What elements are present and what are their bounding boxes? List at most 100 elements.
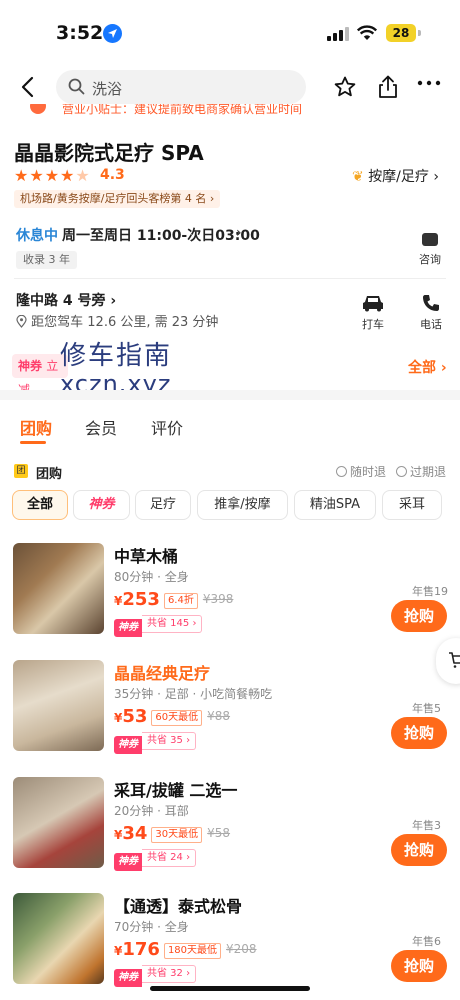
filter-chip-all[interactable]: 全部 — [12, 490, 68, 520]
favorite-star-icon[interactable] — [333, 75, 357, 99]
rank-tag[interactable]: 机场路/黄务按摩/足疗回头客榜第 4 名 › — [14, 190, 221, 208]
save-amount: 共省 24 — [147, 852, 183, 863]
deal-thumbnail — [13, 777, 104, 868]
original-price: ¥208 — [226, 942, 257, 956]
discount-tag: 30天最低 — [151, 827, 203, 843]
shenquan-badge: 神券 — [114, 736, 142, 754]
consult-button[interactable]: 咨询 — [414, 233, 446, 267]
address-label: 隆中路 4 号旁 — [16, 293, 106, 309]
buy-button[interactable]: 抢购 — [391, 950, 447, 982]
phone-icon — [423, 295, 439, 311]
deal-name-text: 采耳/拔罐 二选一 — [114, 781, 238, 800]
phone-label: 电话 — [420, 318, 442, 331]
battery-level: 28 — [386, 24, 416, 42]
divider — [14, 278, 446, 279]
cart-icon — [449, 652, 460, 668]
distance-info: 距您驾车 12.6 公里, 需 23 分钟 — [16, 311, 218, 330]
search-icon — [68, 78, 85, 95]
category-label: 按摩/足疗 — [368, 169, 429, 185]
section-gap — [0, 390, 460, 400]
group-title: 团购 — [36, 467, 63, 482]
deal-name: 中草木桶 — [114, 543, 178, 567]
deal-name-text: 【通透】泰式松骨 — [114, 897, 243, 916]
deal-price: ¥34 30天最低 ¥58 — [114, 823, 231, 844]
chevron-right-icon: › — [105, 293, 117, 309]
deal-item[interactable]: 中草木桶 80分钟 · 全身 ¥253 6.4折 ¥398 神券 共省 145 › 年… — [0, 543, 460, 647]
signal-icon — [327, 27, 349, 41]
original-price: ¥398 — [202, 592, 234, 606]
deal-thumbnail — [13, 893, 104, 984]
taxi-label: 打车 — [362, 318, 384, 331]
phone-button[interactable]: 电话 — [416, 292, 446, 332]
price-value: 34 — [122, 823, 148, 844]
shop-category[interactable]: ❦ 按摩/足疗 › — [352, 166, 439, 186]
deal-name-highlight: 足疗 — [178, 664, 211, 683]
save-tag: 神券 共省 35 › — [114, 732, 197, 754]
more-icon[interactable] — [417, 80, 441, 86]
save-tag: 神券 共省 145 › — [114, 615, 203, 637]
filter-chip-spa[interactable]: 精油SPA — [294, 490, 376, 520]
deal-price: ¥53 60天最低 ¥88 — [114, 706, 231, 727]
deal-item[interactable]: 【通透】泰式松骨 70分钟 · 全身 ¥176 180天最低 ¥208 神券 共省 3… — [0, 893, 460, 997]
deal-item[interactable]: 采耳/拔罐 二选一 20分钟 · 耳部 ¥34 30天最低 ¥58 神券 共省 24 … — [0, 777, 460, 881]
deal-name-text: 晶晶经典 — [114, 664, 179, 683]
chevron-right-icon: › — [433, 169, 439, 185]
hours-row[interactable]: 休息中 周一至周日 11:00-次日03:00 › — [16, 225, 446, 247]
share-icon[interactable] — [376, 74, 400, 100]
deal-thumbnail — [13, 660, 104, 751]
notice-banner[interactable]: 营业小贴士：建议提前致电商家确认营业时间 — [0, 104, 460, 118]
group-header: 团 团购 随时退 过期退 — [14, 462, 446, 482]
back-icon[interactable] — [18, 76, 40, 98]
promo-all-link[interactable]: 全部 › — [408, 357, 447, 377]
check-icon — [336, 466, 347, 477]
rating-score: 4.3 — [100, 167, 125, 183]
save-amount: 共省 145 — [147, 618, 190, 629]
battery-tip — [418, 30, 421, 36]
filter-chip-massage[interactable]: 推拿/按摩 — [197, 490, 288, 520]
tab-underline — [20, 441, 46, 444]
refund-anytime: 随时退 — [336, 463, 386, 480]
status-bar: 3:52 28 — [0, 0, 460, 66]
address[interactable]: 隆中路 4 号旁 › — [16, 290, 116, 310]
deal-price: ¥176 180天最低 ¥208 — [114, 939, 257, 960]
deal-meta: 35分钟 · 足部 · 小吃简餐畅吃 — [114, 687, 273, 701]
chevron-right-icon: › — [236, 225, 242, 241]
deal-item[interactable]: 晶晶经典足疗 35分钟 · 足部 · 小吃简餐畅吃 ¥53 60天最低 ¥88 神券… — [0, 660, 460, 764]
search-input[interactable]: 洗浴 — [56, 70, 306, 104]
consult-label: 咨询 — [419, 253, 441, 266]
price-value: 176 — [122, 939, 160, 960]
business-hours: 周一至周日 11:00-次日03:00 — [62, 228, 260, 244]
save-tag: 神券 共省 32 › — [114, 965, 197, 987]
buy-button[interactable]: 抢购 — [391, 834, 447, 866]
distance-label: 距您驾车 12.6 公里, 需 23 分钟 — [31, 315, 219, 330]
notice-icon — [30, 104, 46, 114]
buy-button[interactable]: 抢购 — [391, 600, 447, 632]
deal-meta: 20分钟 · 耳部 — [114, 804, 189, 818]
check-icon — [396, 466, 407, 477]
discount-tag: 180天最低 — [163, 943, 222, 959]
foot-icon: ❦ — [352, 169, 364, 185]
price-value: 53 — [122, 706, 148, 727]
shenquan-badge: 神券 — [114, 969, 142, 987]
price-value: 253 — [122, 589, 160, 610]
chat-icon — [422, 233, 438, 246]
tab-reviews[interactable]: 评价 — [151, 415, 183, 439]
filter-chip-ear[interactable]: 采耳 — [382, 490, 442, 520]
refund-expire-label: 过期退 — [410, 465, 447, 479]
status-time: 3:52 — [56, 22, 104, 44]
taxi-button[interactable]: 打车 — [358, 292, 388, 332]
tab-membership[interactable]: 会员 — [85, 415, 117, 439]
annual-sales: 年售6 — [412, 935, 441, 948]
filter-chip-foot[interactable]: 足疗 — [135, 490, 191, 520]
tab-group-buy[interactable]: 团购 — [20, 415, 52, 439]
promo-row[interactable]: 神券 立减 修车指南 xczn.xyz 全部 › — [0, 342, 460, 398]
deal-name: 采耳/拔罐 二选一 — [114, 777, 237, 801]
chevron-right-icon: › — [436, 360, 447, 376]
deal-price: ¥253 6.4折 ¥398 — [114, 589, 234, 610]
deal-meta: 80分钟 · 全身 — [114, 570, 189, 584]
buy-button[interactable]: 抢购 — [391, 717, 447, 749]
rank-label: 机场路/黄务按摩/足疗回头客榜第 4 名 — [20, 192, 207, 205]
home-indicator — [150, 986, 310, 991]
save-tag: 神券 共省 24 › — [114, 849, 197, 871]
filter-chip-shenquan[interactable]: 神券 — [73, 490, 130, 520]
